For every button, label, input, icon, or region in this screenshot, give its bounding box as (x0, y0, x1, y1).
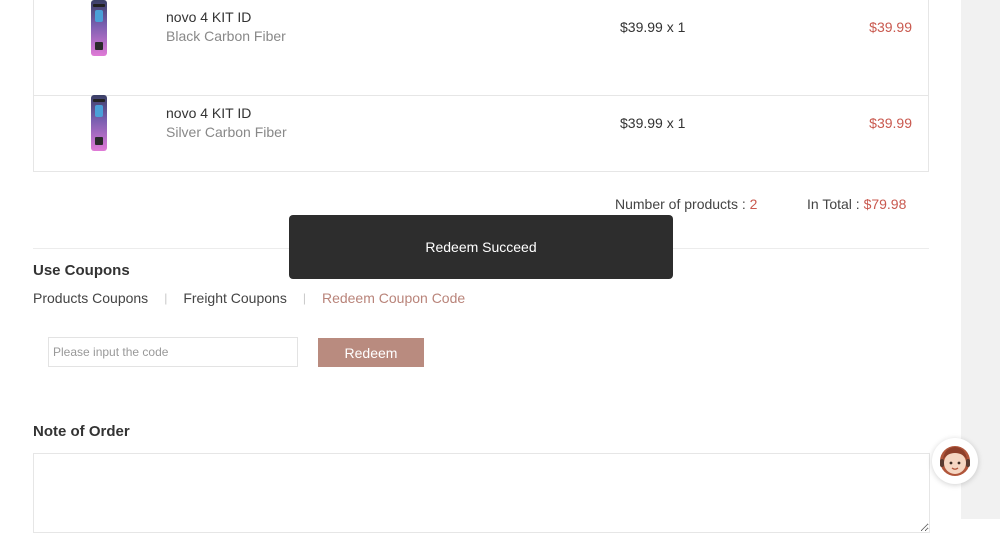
product-line-total: $39.99 (869, 115, 912, 131)
vape-pod-icon[interactable] (88, 0, 110, 56)
toast-notification: Redeem Succeed (289, 215, 673, 279)
products-count-summary: Number of products : 2 (615, 196, 757, 212)
cart-products-list: novo 4 KIT ID Black Carbon Fiber $39.99 … (33, 0, 929, 172)
coupon-code-input[interactable] (48, 337, 298, 367)
vape-pod-icon[interactable] (88, 95, 110, 151)
tab-freight-coupons[interactable]: Freight Coupons (183, 290, 287, 306)
order-total-label: In Total : (807, 196, 864, 212)
cart-product-row: novo 4 KIT ID Silver Carbon Fiber $39.99… (34, 75, 928, 172)
products-count-value: 2 (749, 196, 758, 212)
tab-separator: | (164, 291, 168, 305)
product-line-total: $39.99 (869, 19, 912, 35)
order-total-summary: In Total : $79.98 (807, 196, 906, 212)
note-of-order-heading: Note of Order (33, 423, 130, 440)
use-coupons-heading: Use Coupons (33, 262, 130, 279)
products-count-label: Number of products : (615, 196, 750, 212)
customer-service-button[interactable] (932, 438, 978, 484)
product-name[interactable]: novo 4 KIT ID (166, 9, 251, 25)
product-unit-price-qty: $39.99 x 1 (620, 115, 686, 131)
tab-products-coupons[interactable]: Products Coupons (33, 290, 148, 306)
tab-redeem-coupon-code[interactable]: Redeem Coupon Code (322, 290, 465, 306)
product-variant: Silver Carbon Fiber (166, 124, 287, 140)
redeem-button[interactable]: Redeem (318, 338, 424, 367)
order-note-textarea[interactable] (33, 453, 930, 533)
coupon-tabs: Products Coupons | Freight Coupons | Red… (33, 290, 465, 306)
tab-separator: | (302, 291, 306, 305)
customer-service-icon (940, 446, 970, 476)
product-variant: Black Carbon Fiber (166, 28, 286, 44)
product-name[interactable]: novo 4 KIT ID (166, 105, 251, 121)
product-unit-price-qty: $39.99 x 1 (620, 19, 686, 35)
toast-message: Redeem Succeed (425, 239, 537, 255)
order-total-value: $79.98 (863, 196, 907, 212)
